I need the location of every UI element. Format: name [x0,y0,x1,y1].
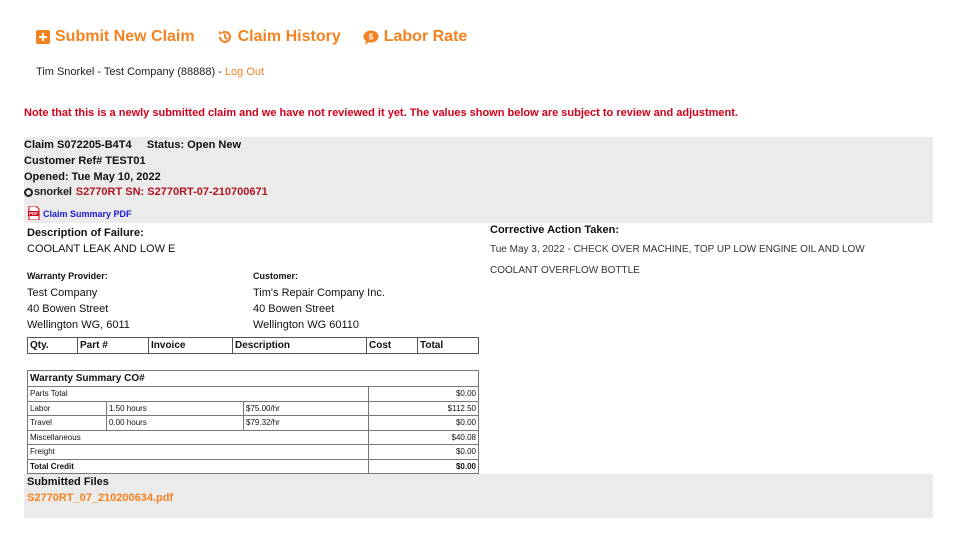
customer-city: Wellington WG 60110 [253,319,359,331]
warranty-provider-block: Warranty Provider: Test Company 40 Bowen… [27,268,130,333]
claim-history-label: Claim History [237,28,341,45]
table-row: Parts Total $0.00 [27,386,479,402]
claim-history-link[interactable]: Claim History [217,28,341,46]
col-part: Part # [77,337,149,354]
col-invoice: Invoice [148,337,233,354]
corrective-label: Corrective Action Taken: [490,224,619,236]
col-cost: Cost [366,337,418,354]
submit-new-claim-link[interactable]: Submit New Claim [36,28,195,46]
brand-name: snorkel [34,186,72,198]
submitted-file-link[interactable]: S2770RT_07_210200634.pdf [27,492,173,504]
opened-date: Opened: Tue May 10, 2022 [24,171,161,183]
history-icon [217,29,233,45]
table-row: Travel 0.00 hours $79.32/hr $0.00 [27,415,479,431]
plus-square-icon [36,30,50,44]
summary-hours: 1.50 hours [106,400,244,416]
parts-table: Qty. Part # Invoice Description Cost Tot… [27,337,479,354]
svg-text:$: $ [368,32,373,41]
summary-label: Parts Total [27,386,369,402]
snorkel-mark-icon [24,187,33,197]
summary-amount: $0.00 [368,386,479,402]
claim-summary-pdf-link[interactable]: PDF Claim Summary PDF [28,205,132,222]
summary-amount: $0.00 [368,415,479,431]
failure-value: COOLANT LEAK AND LOW E [27,243,176,255]
customer-block: Customer: Tim's Repair Company Inc. 40 B… [253,268,385,333]
warranty-provider-name: Test Company [27,287,98,299]
summary-rate: $75.00/hr [243,400,369,416]
corrective-value: Tue May 3, 2022 - CHECK OVER MACHINE, TO… [490,244,865,276]
submitted-files-label: Submitted Files [27,476,109,488]
model-serial: S2770RT SN: S2770RT-07-210700671 [75,186,268,198]
customer-street: 40 Bowen Street [253,303,335,315]
summary-title: Warranty Summary CO# [27,370,479,387]
claim-id-status: Claim S072205-B4T4 Status: Open New [24,139,242,151]
col-total: Total [417,337,479,354]
table-row: Freight $0.00 [27,444,479,460]
parts-header-row: Qty. Part # Invoice Description Cost Tot… [27,337,479,354]
model-line: snorkel S2770RT SN: S2770RT-07-210700671 [24,186,268,198]
table-row: Labor 1.50 hours $75.00/hr $112.50 [27,400,479,416]
user-text: Tim Snorkel - Test Company (88888) - [36,66,225,78]
table-row: Total Credit $0.00 [27,458,479,474]
summary-amount: $112.50 [368,400,479,416]
submit-new-claim-label: Submit New Claim [55,28,195,45]
warranty-provider-label: Warranty Provider: [27,271,108,281]
snorkel-logo: snorkel [24,186,72,198]
summary-label: Labor [27,400,107,416]
pdf-label: Claim Summary PDF [43,209,132,219]
top-nav: Submit New Claim Claim History $ Labor R… [36,28,467,46]
chat-dollar-icon: $ [363,30,379,45]
customer-name: Tim's Repair Company Inc. [253,287,385,299]
summary-label: Travel [27,415,107,431]
summary-amount: $0.00 [368,458,479,474]
warranty-summary-table: Warranty Summary CO# Parts Total $0.00 L… [27,370,479,474]
claim-panel: Claim S072205-B4T4 Status: Open New Cust… [24,137,933,518]
summary-amount: $0.00 [368,444,479,460]
warranty-provider-city: Wellington WG, 6011 [27,319,130,331]
claim-header: Claim S072205-B4T4 Status: Open New Cust… [24,137,933,223]
customer-ref: Customer Ref# TEST01 [24,155,146,167]
summary-label: Miscellaneous [27,429,369,445]
svg-text:PDF: PDF [29,211,38,216]
summary-title-row: Warranty Summary CO# [27,370,479,387]
summary-label: Freight [27,444,369,460]
labor-rate-label: Labor Rate [383,28,468,45]
review-notice: Note that this is a newly submitted clai… [24,107,738,119]
claim-details: Description of Failure: COOLANT LEAK AND… [24,223,933,474]
warranty-provider-street: 40 Bowen Street [27,303,109,315]
user-info: Tim Snorkel - Test Company (88888) - Log… [36,66,264,78]
summary-hours: 0.00 hours [106,415,244,431]
summary-amount: $40.08 [368,429,479,445]
labor-rate-link[interactable]: $ Labor Rate [363,28,468,46]
summary-label: Total Credit [27,458,369,474]
logout-link[interactable]: Log Out [225,66,264,78]
failure-label: Description of Failure: [27,227,144,239]
summary-rate: $79.32/hr [243,415,369,431]
col-qty: Qty. [27,337,78,354]
col-description: Description [232,337,367,354]
pdf-icon: PDF [28,205,40,222]
customer-label: Customer: [253,271,299,281]
table-row: Miscellaneous $40.08 [27,429,479,445]
